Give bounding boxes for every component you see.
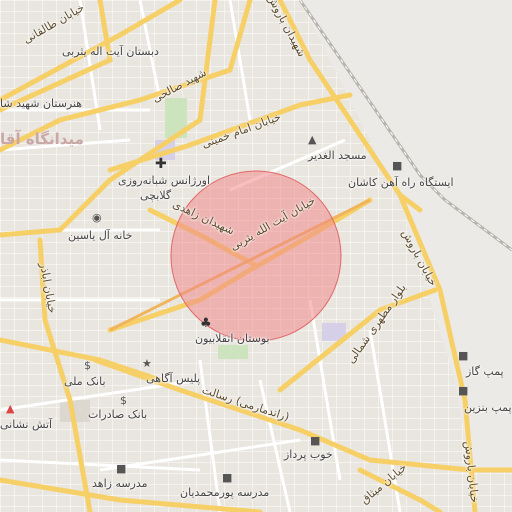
- hospital-icon: ✚: [155, 156, 167, 172]
- fire-icon: ▲: [6, 402, 15, 415]
- green-area: [218, 345, 248, 359]
- tree-icon: ♣: [200, 316, 212, 331]
- label-fire-station: آتش نشانی: [0, 418, 53, 431]
- bank-icon-2: $: [120, 394, 127, 407]
- label-park-enghelabiun: بوستان انقلابیون: [195, 332, 270, 345]
- label-bank-saderat: بانک صادرات: [88, 408, 148, 421]
- train-icon: ■: [392, 159, 403, 172]
- label-rail-station: ایستگاه راه آهن کاشان: [348, 176, 454, 189]
- label-house-al-yasin: خانه آل یاسین: [68, 229, 133, 242]
- school-icon: ■: [116, 462, 127, 475]
- label-highschool-shahid: هنرستان شهید شا: [0, 97, 83, 110]
- building-icon: ■: [310, 434, 321, 447]
- label-golabchi: گلابچی: [140, 189, 172, 202]
- mosque-icon: ▲: [308, 133, 317, 146]
- bank-icon: $: [84, 359, 91, 372]
- label-school-zahed: مدرسه زاهد: [92, 477, 148, 490]
- label-emergency-clinic: اورژانس شبانه‌روزی: [118, 174, 211, 187]
- label-petrol-pump: پمپ بنزین: [464, 401, 512, 414]
- highlight-area[interactable]: [170, 170, 342, 342]
- label-gas-pump: پمپ گاز: [466, 365, 504, 378]
- gas-icon: ■: [458, 349, 469, 362]
- map-base: [0, 0, 512, 512]
- camera-icon: ◉: [92, 211, 102, 224]
- label-bank-melli: بانک ملی: [64, 375, 106, 388]
- police-icon: ★: [142, 357, 152, 370]
- label-khoob-pardaz: خوب پرداز: [284, 448, 333, 461]
- school-icon-2: ■: [222, 471, 233, 484]
- label-school-pourmohammadian: مدرسه پورمحمدیان: [180, 486, 270, 499]
- label-mosque-alghadir: مسجد الغدیر: [308, 149, 367, 162]
- map-canvas[interactable]: خیابان طالقانی دبستان آیت اله یثربی شهید…: [0, 0, 512, 512]
- label-police-agahi: پلیس آگاهی: [146, 372, 201, 385]
- label-square-aqa: میدانگاه آقا: [0, 130, 84, 148]
- fuel-icon: ■: [458, 384, 469, 397]
- label-school-ayatollah-yazdi: دبستان آیت اله یثربی: [62, 45, 159, 58]
